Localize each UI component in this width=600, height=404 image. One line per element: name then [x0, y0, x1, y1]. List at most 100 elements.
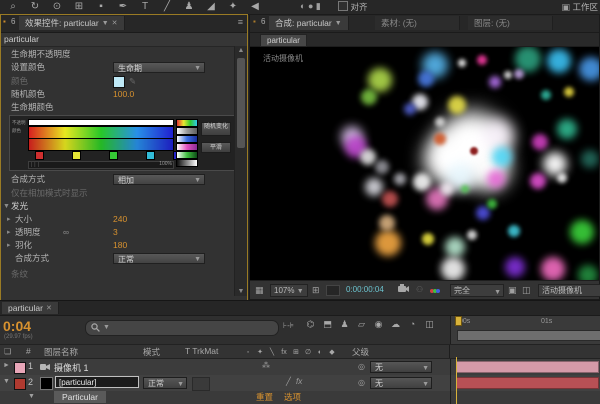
current-time-indicator[interactable] — [455, 316, 462, 342]
effect-switch-icon[interactable]: ∅ — [302, 348, 314, 356]
gradient-preset-swatch[interactable] — [176, 151, 198, 159]
puppet-pin-tool-icon[interactable]: ✦ — [222, 0, 244, 13]
gradient-stop[interactable] — [146, 151, 155, 160]
gradient-slider-track[interactable]: 100% ||| — [28, 161, 174, 169]
transparency-grid-icon[interactable]: ◫ — [522, 285, 531, 296]
twirl-open-icon[interactable]: ▼ — [3, 378, 10, 385]
gradient-presets[interactable] — [176, 119, 198, 167]
eraser-tool-icon[interactable]: ◢ — [200, 0, 222, 13]
mask-visibility-icon[interactable] — [326, 285, 340, 296]
effect-options-link[interactable]: 选项 — [284, 391, 301, 403]
glow-feather-value[interactable]: 180 — [113, 239, 127, 252]
panel-grabber-icon[interactable]: ▪ — [3, 17, 6, 26]
video-switch-icon[interactable]: ◦ — [242, 349, 254, 356]
gradient-stops[interactable] — [10, 151, 182, 160]
effect-name[interactable]: Particular — [54, 391, 106, 403]
layer-color-chip[interactable] — [14, 362, 26, 374]
tab-footage[interactable]: 素材: (无) — [375, 16, 460, 30]
motion-blur-toggle-icon[interactable]: ⁂ — [262, 361, 270, 370]
type-tool-icon[interactable]: T — [134, 0, 156, 13]
gradient-randomize-button[interactable]: 随机变化 — [201, 122, 231, 136]
parent-dropdown[interactable]: 无 ▼ — [370, 361, 432, 373]
gradient-preset-swatch[interactable] — [176, 159, 198, 167]
column-parent[interactable]: 父级 — [352, 346, 369, 358]
tab-effect-controls[interactable]: 效果控件: particular ▼ ✕ — [19, 16, 125, 30]
layer-name-input[interactable]: [particular] — [55, 376, 139, 388]
show-snapshot-icon[interactable]: ⚇ — [416, 285, 423, 294]
set-color-dropdown[interactable]: 生命期 ▼ — [113, 62, 205, 73]
time-ruler[interactable]: 00s 01s — [450, 316, 600, 344]
clone-stamp-tool-icon[interactable]: ♟ — [178, 0, 200, 13]
gradient-alpha-bar[interactable] — [28, 119, 174, 126]
chevron-down-icon[interactable]: ▼ — [335, 20, 342, 27]
parent-dropdown[interactable]: 无 ▼ — [370, 377, 432, 389]
pen-tool-icon[interactable]: ✒ — [112, 0, 134, 13]
quality-toggle-icon[interactable]: ╱ — [286, 377, 291, 386]
target-region-icon[interactable]: ▣ — [508, 285, 517, 296]
quality-switch-icon[interactable]: ⊞ — [290, 348, 302, 356]
gradient-stop[interactable] — [109, 151, 118, 160]
label-column-icon[interactable]: ❏ — [4, 347, 11, 356]
resolution-select[interactable]: 完全 ▼ — [450, 284, 504, 297]
eyedropper-icon[interactable]: ✎ — [129, 75, 136, 88]
gradient-preset-swatch[interactable] — [176, 135, 198, 143]
align-toggle[interactable]: 对齐 — [338, 1, 368, 13]
effect-reset-link[interactable]: 重置 — [256, 391, 273, 403]
group-glow-label[interactable]: 发光 — [11, 200, 28, 213]
twirl-closed-icon[interactable]: ▸ — [7, 213, 11, 226]
frame-blend-switch-icon[interactable]: ◐ — [314, 349, 326, 356]
grid-guides-icon[interactable]: ⊞ — [312, 285, 320, 296]
gradient-preset-swatch[interactable] — [176, 119, 198, 127]
work-area-bar[interactable] — [457, 330, 600, 341]
tab-composition[interactable]: 合成: particular ▼ — [269, 16, 349, 30]
parent-pickwhip-icon[interactable]: ◎ — [358, 362, 365, 371]
twirl-closed-icon[interactable]: ► — [3, 362, 10, 369]
blend-mode-dropdown[interactable]: 正常 ▼ — [143, 377, 187, 389]
region-of-interest-icon[interactable]: ▦ — [255, 285, 264, 296]
gradient-stop[interactable] — [35, 151, 44, 160]
stroke-icon[interactable]: ▮ — [316, 0, 321, 13]
camera-orbit-tool-icon[interactable]: ⊙ — [46, 0, 68, 13]
trkmat-dropdown[interactable] — [192, 377, 210, 391]
gradient-preview-bar[interactable] — [28, 138, 174, 151]
chevron-down-icon[interactable]: ▼ — [102, 20, 109, 27]
layer-row-camera[interactable]: ► 1 摄像机 1 ⁂ ◎ 无 ▼ — [0, 359, 600, 376]
effect-row-particular[interactable]: ▼ Particular 重置 选项 — [0, 391, 600, 404]
rotobezier-icon[interactable]: ◐ — [300, 0, 305, 13]
tab-timeline[interactable]: particular ✕ — [2, 302, 59, 314]
fx-switch-icon[interactable]: fx — [278, 349, 290, 356]
cti-line[interactable] — [456, 357, 457, 404]
twirl-open-icon[interactable]: ▼ — [28, 393, 35, 400]
scroll-thumb[interactable] — [237, 58, 245, 148]
comp-viewer[interactable]: 活动摄像机 — [250, 47, 599, 283]
comp-breadcrumb[interactable]: particular — [260, 34, 307, 47]
layer-duration-bar[interactable] — [456, 377, 599, 389]
column-number[interactable]: # — [26, 346, 31, 356]
close-icon[interactable]: ✕ — [46, 304, 52, 312]
glow-transfer-dropdown[interactable]: 正常 ▼ — [113, 253, 205, 264]
gradient-stop[interactable] — [72, 151, 81, 160]
gradient-preset-swatch[interactable] — [176, 127, 198, 135]
layer-duration-bar[interactable] — [456, 361, 599, 373]
column-mode[interactable]: 模式 — [143, 346, 160, 358]
fx-toggle-icon[interactable]: fx — [296, 377, 302, 386]
tab-layer[interactable]: 图层: (无) — [468, 16, 553, 30]
param-opacity-over-life[interactable]: 生命期不透明度 — [11, 48, 71, 61]
color-swatch[interactable] — [113, 76, 125, 88]
view-select[interactable]: 活动摄像机 — [538, 284, 600, 297]
viewer-timecode[interactable]: 0:00:00:04 — [346, 285, 384, 294]
column-layer-name[interactable]: 图层名称 — [44, 346, 78, 358]
shape-tool-icon[interactable]: ▪ — [90, 0, 112, 13]
color-over-life-gradient-editor[interactable]: 不透明 颜色 100% ||| 随机变化 平滑 — [9, 115, 235, 171]
show-channel-icon[interactable] — [430, 286, 440, 295]
panel-menu-icon[interactable]: ≡ — [238, 17, 243, 27]
roto-brush-tool-icon[interactable]: ◀ — [244, 0, 266, 13]
solo-switch-icon[interactable]: ╲ — [266, 348, 278, 356]
pan-behind-tool-icon[interactable]: ⊞ — [68, 0, 90, 13]
audio-switch-icon[interactable]: ✦ — [254, 348, 266, 356]
ecw-scrollbar[interactable]: ▲ ▼ — [234, 46, 247, 296]
layer-color-chip[interactable] — [14, 378, 26, 390]
glow-opacity-value[interactable]: 3 — [113, 226, 118, 239]
gradient-preset-swatch[interactable] — [176, 143, 198, 151]
snapshot-camera-icon[interactable] — [398, 284, 409, 295]
